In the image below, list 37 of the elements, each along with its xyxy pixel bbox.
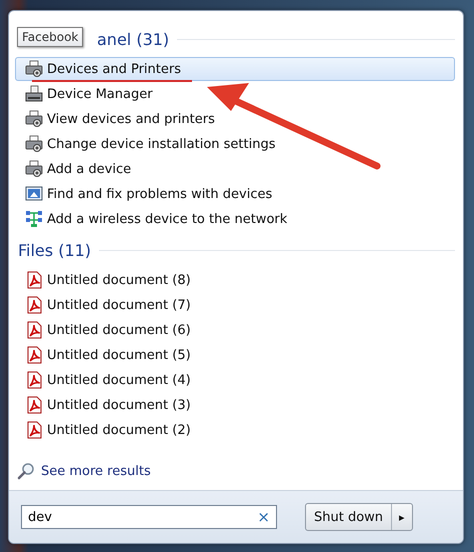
result-item[interactable]: Untitled document (7) [15,293,455,317]
result-item[interactable]: Untitled document (6) [15,318,455,342]
search-field[interactable]: dev × [21,505,277,529]
pdf-file-icon [25,371,43,389]
pdf-file-icon [25,421,43,439]
printer-icon [25,110,43,128]
result-item[interactable]: Untitled document (2) [15,418,455,442]
see-more-results-link[interactable]: See more results [41,464,151,478]
result-item[interactable]: View devices and printers [15,107,455,131]
pdf-file-icon [25,296,43,314]
result-item[interactable]: Change device installation settings [15,132,455,156]
group-heading: Files (11) [18,240,92,260]
result-item[interactable]: Devices and Printers [15,57,455,81]
result-item[interactable]: Add a wireless device to the network [15,207,455,231]
result-item[interactable]: Untitled document (8) [15,268,455,292]
result-item[interactable]: Find and fix problems with devices [15,182,455,206]
troubleshoot-icon [25,185,43,203]
search-icon [17,462,35,480]
shut-down-button[interactable]: Shut down [306,504,392,530]
printer-icon [25,60,43,78]
pdf-file-icon [25,321,43,339]
pdf-file-icon [25,346,43,364]
pdf-file-icon [25,271,43,289]
result-item[interactable]: Untitled document (5) [15,343,455,367]
clear-button[interactable]: × [257,508,270,526]
pdf-file-icon [25,396,43,414]
result-item[interactable]: Untitled document (4) [15,368,455,392]
result-item[interactable]: Add a device [15,157,455,181]
result-item[interactable]: Untitled document (3) [15,393,455,417]
options-arrow-button[interactable]: ▸ [391,504,412,530]
result-item[interactable]: Device Manager [15,82,455,106]
printer-icon [25,135,43,153]
printer-icon [25,160,43,178]
group-heading: anel (31) [97,30,170,48]
tooltip: Facebook [17,27,84,47]
device-manager-icon [25,85,43,103]
network-icon [25,210,43,228]
